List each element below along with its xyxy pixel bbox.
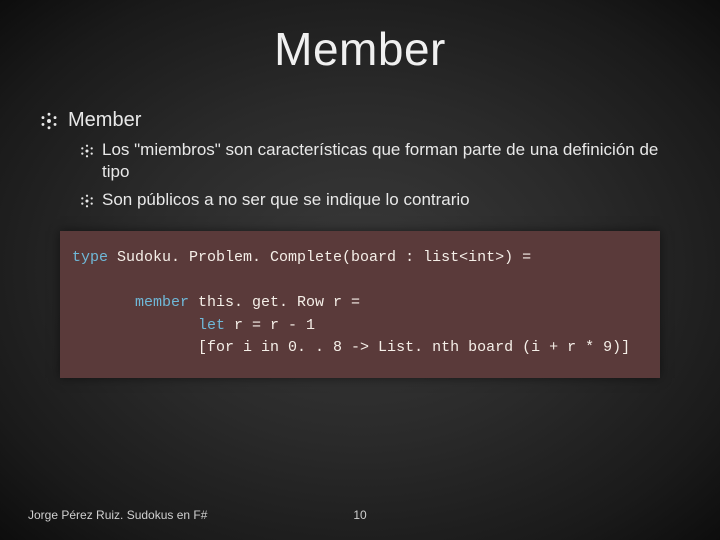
code-block: type Sudoku. Problem. Complete(board : l… [60,231,660,378]
code-text: Sudoku. Problem. Complete(board : list<i… [108,249,531,266]
code-text: [for i in 0. . 8 -> List. nth board (i +… [198,339,630,356]
code-text: this. get. Row r = [189,294,360,311]
asterisk-icon [40,112,58,130]
code-content: type Sudoku. Problem. Complete(board : l… [72,247,642,360]
bullet-text-l2b: Son públicos a no ser que se indique lo … [102,189,470,211]
slide-footer: Jorge Pérez Ruiz. Sudokus en F# 10 [0,508,720,522]
bullet-text-l1: Member [68,108,141,133]
asterisk-icon [80,194,94,208]
bullet-level2: Los "miembros" son características que f… [40,139,680,183]
bullet-text-l2a: Los "miembros" son características que f… [102,139,680,183]
footer-page-number: 10 [353,508,366,522]
code-keyword: member [135,294,189,311]
content-area: Member Los "miembros" son característica… [0,76,720,378]
code-keyword: let [198,317,225,334]
slide-title: Member [0,0,720,76]
code-text: r = r - 1 [225,317,315,334]
bullet-level2: Son públicos a no ser que se indique lo … [40,189,680,211]
footer-author: Jorge Pérez Ruiz. Sudokus en F# [0,508,207,522]
asterisk-icon [80,144,94,158]
bullet-level1: Member [40,108,680,133]
code-keyword: type [72,249,108,266]
